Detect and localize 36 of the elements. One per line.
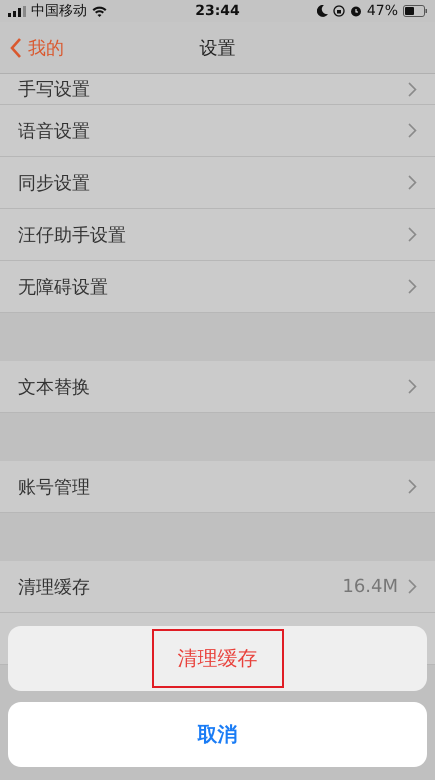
signal-icon [8,6,26,16]
chevron-icon [408,479,417,494]
settings-row[interactable]: 同步设置 [0,157,435,209]
chevron-icon [408,379,417,394]
chevron-icon [408,123,417,138]
settings-row[interactable]: 文本替换 [0,361,435,413]
row-label: 同步设置 [18,172,91,194]
battery-percent: 47% [366,3,398,19]
alarm-icon [350,5,362,17]
settings-row[interactable]: 汪仔助手设置 [0,209,435,261]
row-value: 16.4M [342,576,398,597]
row-label: 语音设置 [18,120,91,142]
clock-time: 23:44 [195,3,240,19]
rotation-lock-icon [332,5,345,17]
chevron-icon [408,279,417,294]
row-label: 汪仔助手设置 [18,224,127,246]
page-title: 设置 [200,36,236,60]
battery-icon [403,5,428,17]
row-label: 手写设置 [18,78,91,101]
moon-icon [316,5,328,17]
row-label: 无障碍设置 [18,276,109,298]
chevron-icon [408,227,417,242]
cancel-button[interactable]: 取消 [8,702,427,767]
row-label: 清理缓存 [18,576,91,598]
settings-row[interactable]: 无障碍设置 [0,261,435,313]
wifi-icon [92,6,107,16]
chevron-icon [408,175,417,190]
chevron-icon [408,579,417,594]
settings-row[interactable]: 账号管理 [0,461,435,513]
settings-row[interactable]: 语音设置 [0,105,435,157]
chevron-icon [408,82,417,96]
settings-row[interactable]: 手写设置 [0,74,435,105]
back-chevron-icon [10,38,22,58]
carrier-name: 中国移动 [31,2,87,20]
row-label: 文本替换 [18,376,91,398]
row-label: 账号管理 [18,476,91,498]
